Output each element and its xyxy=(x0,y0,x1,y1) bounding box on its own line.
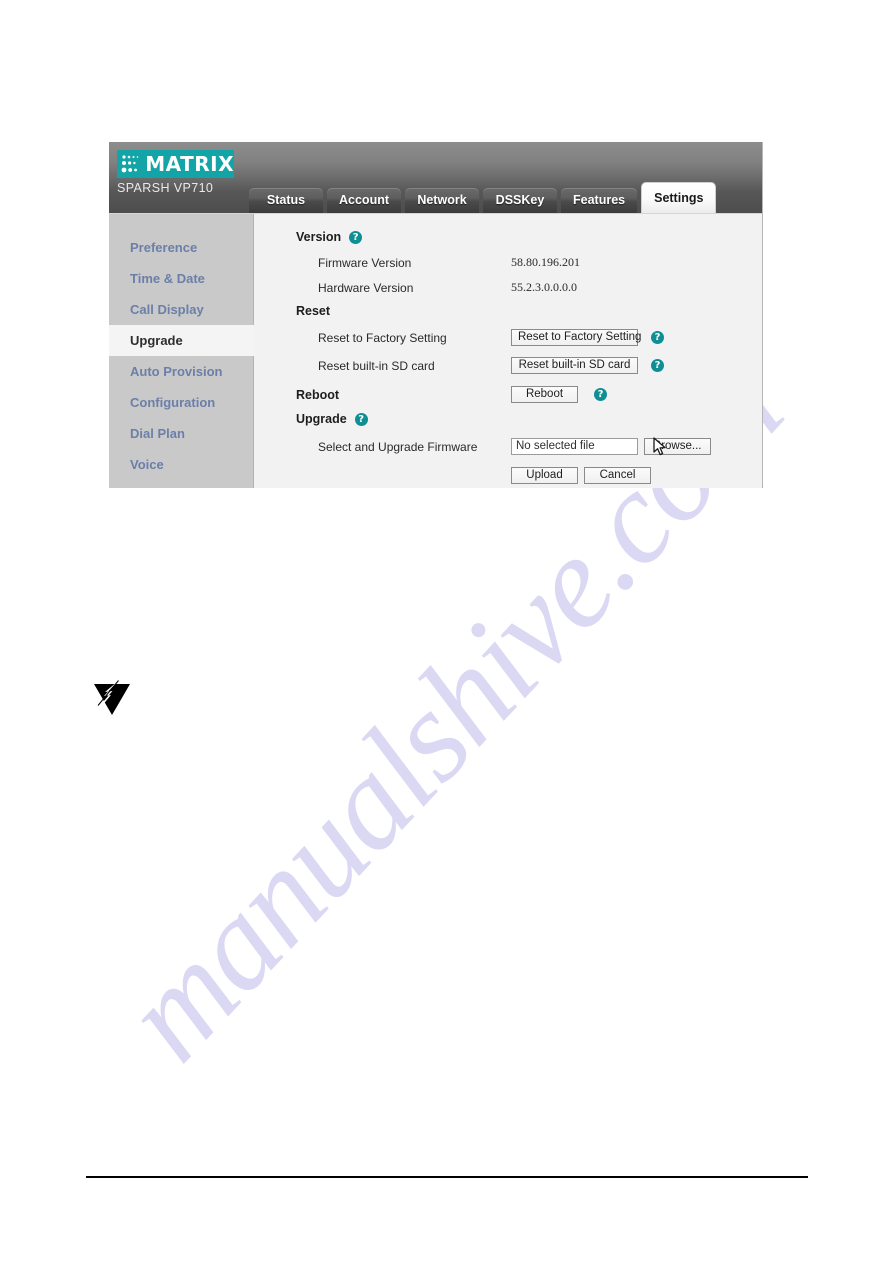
matrix-dots-icon xyxy=(117,150,144,178)
tab-settings[interactable]: Settings xyxy=(641,182,717,213)
firmware-file-input[interactable]: No selected file xyxy=(511,438,638,455)
tab-dsskey[interactable]: DSSKey xyxy=(483,188,557,213)
sidebar-item-dial-plan[interactable]: Dial Plan xyxy=(109,418,253,449)
sidebar: Preference Time & Date Call Display Upgr… xyxy=(109,214,254,488)
sidebar-item-configuration[interactable]: Configuration xyxy=(109,387,253,418)
row-upload-cancel: Upload Cancel xyxy=(318,463,762,488)
device-web-ui-screenshot: MATRIX SPARSH VP710 Status Account Netwo… xyxy=(109,142,763,488)
tab-bar: Status Account Network DSSKey Features S… xyxy=(249,182,717,213)
row-hardware-version: Hardware Version 55.2.3.0.0.0.0 xyxy=(318,275,762,300)
help-question-icon[interactable]: ? xyxy=(349,230,363,244)
upgrade-section-heading: Upgrade ? xyxy=(296,412,762,426)
upload-button[interactable]: Upload xyxy=(511,467,578,484)
row-firmware-version: Firmware Version 58.80.196.201 xyxy=(318,250,762,275)
tab-account[interactable]: Account xyxy=(327,188,401,213)
row-select-upgrade-firmware: Select and Upgrade Firmware No selected … xyxy=(318,434,762,459)
sidebar-item-upgrade[interactable]: Upgrade xyxy=(109,325,254,356)
upgrade-heading-label: Upgrade xyxy=(296,412,347,426)
select-upgrade-firmware-label: Select and Upgrade Firmware xyxy=(318,439,478,454)
reboot-button[interactable]: Reboot xyxy=(511,386,578,403)
hardware-version-value: 55.2.3.0.0.0.0 xyxy=(511,280,577,294)
tab-status[interactable]: Status xyxy=(249,188,323,213)
version-section-heading: Version ? xyxy=(296,230,762,244)
sidebar-item-voice[interactable]: Voice xyxy=(109,449,253,480)
help-question-icon-reset-factory[interactable]: ? xyxy=(651,331,664,344)
help-question-icon-reset-sdcard[interactable]: ? xyxy=(651,359,664,372)
row-reset-factory: Reset to Factory Setting Reset to Factor… xyxy=(318,325,762,350)
reset-factory-label: Reset to Factory Setting xyxy=(318,330,447,345)
browse-button[interactable]: Browse... xyxy=(644,438,711,455)
ui-body: Preference Time & Date Call Display Upgr… xyxy=(109,213,762,488)
lightning-triangle-logo-icon xyxy=(92,679,132,722)
firmware-version-label: Firmware Version xyxy=(318,255,412,270)
reset-section-heading: Reset xyxy=(296,304,331,318)
settings-content-panel: Version ? Firmware Version 58.80.196.201… xyxy=(254,214,762,488)
reset-builtin-sd-card-button[interactable]: Reset built-in SD card xyxy=(511,357,638,374)
row-reboot: Reboot Reboot ? xyxy=(296,382,762,407)
cancel-button[interactable]: Cancel xyxy=(584,467,651,484)
help-question-icon-upgrade[interactable]: ? xyxy=(354,412,368,426)
matrix-logo: MATRIX xyxy=(117,150,234,178)
reset-sdcard-label: Reset built-in SD card xyxy=(318,358,435,373)
reset-to-factory-setting-button[interactable]: Reset to Factory Setting xyxy=(511,329,641,346)
sidebar-item-time-and-date[interactable]: Time & Date xyxy=(109,263,253,294)
version-heading-label: Version xyxy=(296,230,342,244)
firmware-version-value: 58.80.196.201 xyxy=(511,255,580,269)
help-question-icon-reboot[interactable]: ? xyxy=(594,388,607,401)
tab-network[interactable]: Network xyxy=(405,188,479,213)
sidebar-item-call-display[interactable]: Call Display xyxy=(109,294,253,325)
ui-header: MATRIX SPARSH VP710 Status Account Netwo… xyxy=(109,142,762,213)
hardware-version-label: Hardware Version xyxy=(318,280,414,295)
reboot-section-heading: Reboot xyxy=(296,387,340,402)
brand-name: MATRIX xyxy=(145,152,234,176)
row-reset-sdcard: Reset built-in SD card Reset built-in SD… xyxy=(318,353,762,378)
tab-features[interactable]: Features xyxy=(561,188,638,213)
footer-divider xyxy=(86,1176,808,1178)
sidebar-item-auto-provision[interactable]: Auto Provision xyxy=(109,356,253,387)
sidebar-item-preference[interactable]: Preference xyxy=(109,232,253,263)
